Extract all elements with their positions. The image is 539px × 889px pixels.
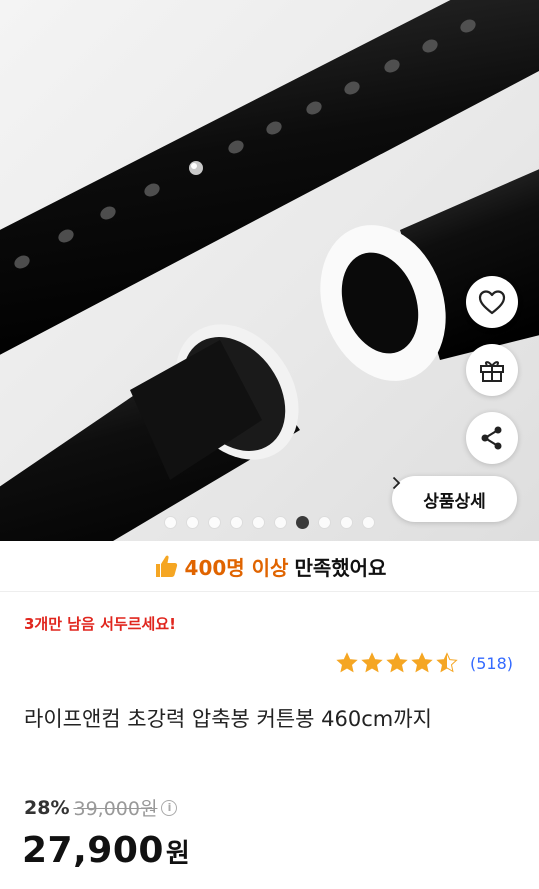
discount-rate: 28%	[24, 796, 70, 819]
gift-button[interactable]	[466, 344, 518, 396]
gallery-dot[interactable]	[274, 516, 287, 529]
satisfaction-count: 400명 이상	[184, 555, 289, 580]
satisfaction-banner: 400명 이상 만족했어요	[0, 541, 539, 592]
info-icon[interactable]: i	[161, 799, 178, 816]
gallery-dot[interactable]	[208, 516, 221, 529]
product-detail-label: 상품상세	[423, 491, 486, 512]
gallery-dot[interactable]	[362, 516, 375, 529]
product-image-gallery[interactable]: 상품상세	[0, 0, 539, 541]
review-count[interactable]: (518)	[470, 654, 513, 673]
heart-icon	[478, 290, 506, 315]
sale-price: 27,900원	[22, 830, 190, 871]
rating-summary[interactable]: (518)	[336, 652, 513, 674]
original-price: 39,000원	[73, 798, 158, 820]
star-rating-icon	[336, 653, 457, 672]
gallery-dot[interactable]	[252, 516, 265, 529]
stock-urgency-text: 3개만 남음 서두르세요!	[24, 615, 176, 633]
gallery-dot[interactable]	[296, 516, 309, 529]
thumbs-up-icon	[155, 555, 177, 577]
gallery-dot[interactable]	[318, 516, 331, 529]
product-title: 라이프앤컴 초강력 압축봉 커튼봉 460cm까지	[24, 707, 432, 731]
gallery-dot[interactable]	[230, 516, 243, 529]
gallery-dot[interactable]	[186, 516, 199, 529]
gallery-dot[interactable]	[164, 516, 177, 529]
original-price-row: 28% 39,000원 i	[24, 794, 178, 821]
sale-price-value: 27,900	[22, 830, 164, 871]
wishlist-button[interactable]	[466, 276, 518, 328]
satisfaction-suffix: 만족했어요	[294, 555, 387, 580]
gift-icon	[480, 361, 504, 382]
currency-label: 원	[165, 839, 191, 869]
gallery-dot[interactable]	[340, 516, 353, 529]
product-photo	[0, 0, 539, 541]
gallery-pagination	[0, 516, 539, 529]
share-icon	[481, 426, 502, 450]
chevron-right-icon	[392, 476, 401, 490]
share-button[interactable]	[466, 412, 518, 464]
